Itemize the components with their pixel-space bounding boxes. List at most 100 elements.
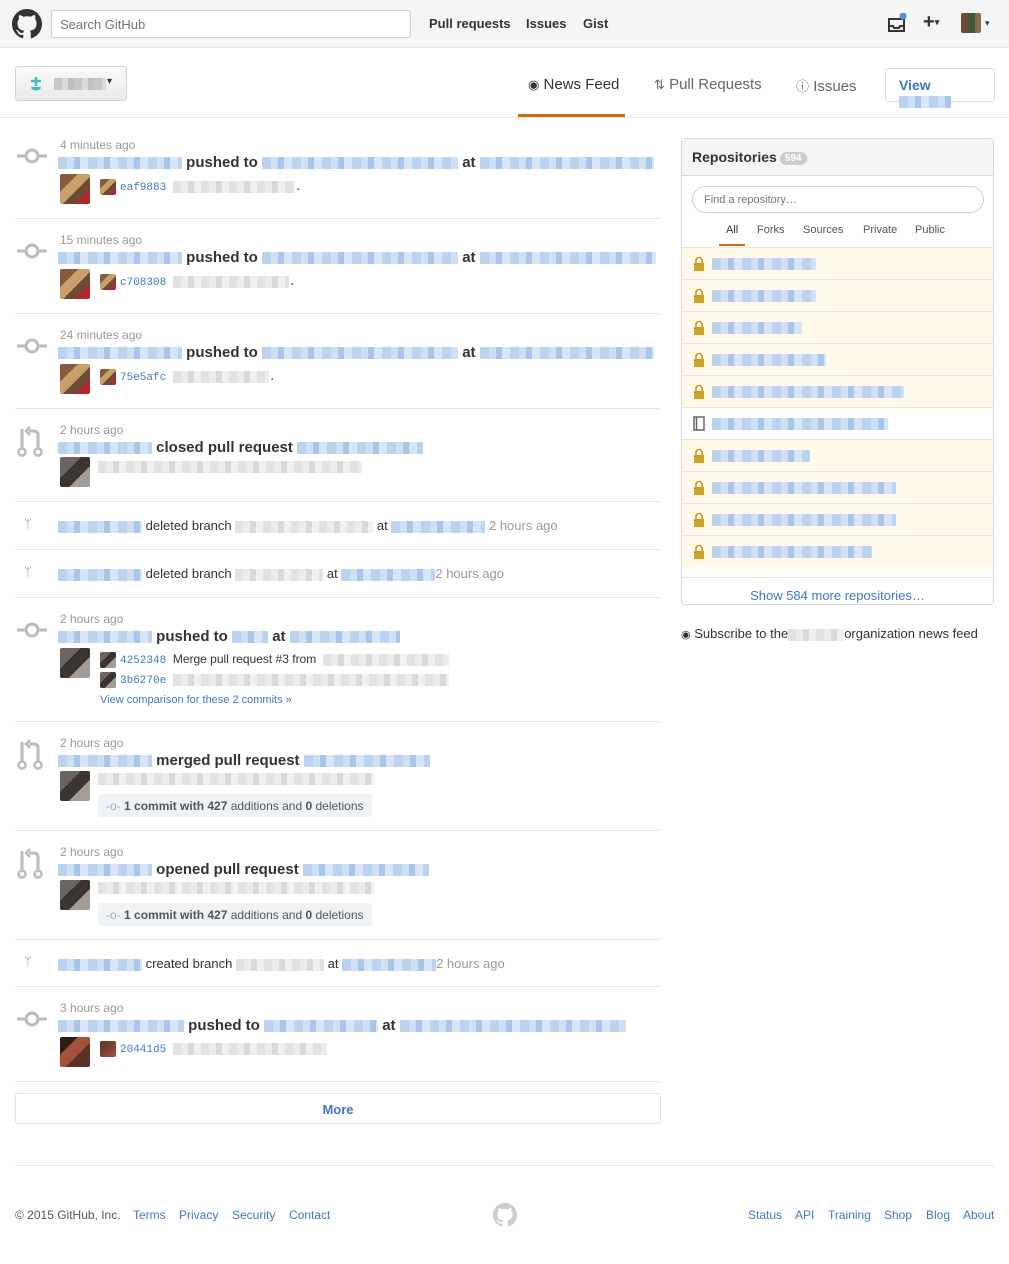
avatar[interactable] xyxy=(60,648,90,678)
create-new-plus-icon[interactable]: +▾ xyxy=(923,11,939,34)
repo-list-item[interactable] xyxy=(682,471,993,503)
repo-list-item[interactable] xyxy=(682,311,993,343)
repo-list-item[interactable] xyxy=(682,439,993,471)
user-link[interactable] xyxy=(58,864,152,877)
branch-link[interactable] xyxy=(479,347,654,360)
commit-sha-link[interactable]: eaf9883 xyxy=(120,182,166,194)
footer-link-about[interactable]: About xyxy=(963,1208,994,1222)
user-avatar-menu[interactable]: ▾ xyxy=(961,13,990,33)
pull-request-link[interactable] xyxy=(302,864,429,877)
commit-sha-link[interactable]: 4252348 xyxy=(120,655,166,667)
footer-link-api[interactable]: API xyxy=(795,1208,814,1222)
avatar xyxy=(100,179,116,195)
nav-issues[interactable]: Issues xyxy=(526,16,566,31)
nav-gist[interactable]: Gist xyxy=(583,16,608,31)
commit-sha-link[interactable]: c708308 xyxy=(120,277,166,289)
user-link[interactable] xyxy=(58,958,142,971)
subscribe-link[interactable]: ◉ Subscribe to the organization news feed xyxy=(681,626,978,641)
avatar[interactable] xyxy=(60,457,90,487)
repo-filter-sources[interactable]: Sources xyxy=(803,224,843,236)
footer-link-blog[interactable]: Blog xyxy=(926,1208,950,1222)
user-link[interactable] xyxy=(58,347,182,360)
github-logo-icon[interactable] xyxy=(12,9,42,39)
commit-sha-link[interactable]: 20441d5 xyxy=(120,1044,166,1056)
repo-link[interactable] xyxy=(262,157,459,170)
repo-list-item[interactable] xyxy=(682,247,993,279)
footer-link-status[interactable]: Status xyxy=(748,1208,782,1222)
pull-request-title-redacted xyxy=(98,882,374,894)
repo-link[interactable] xyxy=(341,568,436,581)
view-comparison-link[interactable]: View comparison for these 2 commits » xyxy=(100,694,292,706)
avatar[interactable] xyxy=(60,880,90,910)
footer-link-training[interactable]: Training xyxy=(828,1208,871,1222)
org-name-redacted xyxy=(899,96,951,109)
avatar[interactable] xyxy=(60,174,90,204)
user-link[interactable] xyxy=(58,442,152,455)
pull-request-title-redacted xyxy=(98,461,362,473)
tab-issues[interactable]: ⓘ Issues xyxy=(796,76,857,95)
footer-link-privacy[interactable]: Privacy xyxy=(179,1208,218,1222)
nav-pull-requests[interactable]: Pull requests xyxy=(429,16,511,31)
repo-list-item[interactable] xyxy=(682,503,993,535)
avatar[interactable] xyxy=(60,269,90,299)
selected-filter-indicator xyxy=(719,244,745,246)
user-link[interactable] xyxy=(58,631,152,644)
repo-link[interactable] xyxy=(262,252,459,265)
more-button[interactable]: More xyxy=(15,1093,661,1124)
repo-link[interactable] xyxy=(232,631,269,644)
repo-list-item[interactable] xyxy=(682,279,993,311)
inbox-notifications-icon[interactable] xyxy=(888,13,908,33)
pull-request-link[interactable] xyxy=(297,442,424,455)
branch-link[interactable] xyxy=(479,252,656,265)
repo-link[interactable] xyxy=(262,347,459,360)
repo-name-redacted xyxy=(712,386,904,398)
user-link[interactable] xyxy=(58,1020,184,1033)
repo-filter-public[interactable]: Public xyxy=(915,224,945,236)
show-more-repositories-link[interactable]: Show 584 more repositories… xyxy=(682,577,993,603)
search-input[interactable] xyxy=(51,10,411,38)
find-repository-input[interactable] xyxy=(692,186,984,213)
branch-link[interactable] xyxy=(289,631,400,644)
avatar[interactable] xyxy=(60,1037,90,1067)
commit-line: 20441d5 xyxy=(100,1041,327,1057)
copyright: © 2015 GitHub, Inc. xyxy=(15,1208,121,1222)
footer-link-shop[interactable]: Shop xyxy=(884,1208,912,1222)
lock-icon xyxy=(694,512,704,527)
feed-item: 2 hours ago closed pull request xyxy=(15,423,661,502)
pull-request-link[interactable] xyxy=(303,755,430,768)
user-link[interactable] xyxy=(58,157,182,170)
user-link[interactable] xyxy=(58,520,142,533)
tab-pull-requests[interactable]: ⇅ Pull Requests xyxy=(654,76,762,93)
org-name-redacted xyxy=(54,78,106,90)
commit-sha-link[interactable]: 75e5afc xyxy=(120,372,166,384)
repo-link[interactable] xyxy=(342,958,437,971)
user-link[interactable] xyxy=(58,755,152,768)
branch-link[interactable] xyxy=(479,157,654,170)
footer-link-terms[interactable]: Terms xyxy=(133,1208,166,1222)
avatar[interactable] xyxy=(60,364,90,394)
repo-list-item[interactable] xyxy=(682,407,993,439)
tab-news-feed[interactable]: ◉ News Feed xyxy=(528,76,619,93)
github-logo-icon[interactable] xyxy=(493,1203,517,1227)
repo-link[interactable] xyxy=(391,520,486,533)
user-link[interactable] xyxy=(58,568,142,581)
branch-name-redacted xyxy=(235,568,324,581)
footer-link-security[interactable]: Security xyxy=(232,1208,275,1222)
commit-icon: -o- xyxy=(106,799,121,813)
repo-filter-forks[interactable]: Forks xyxy=(757,224,785,236)
repo-link[interactable] xyxy=(264,1020,379,1033)
user-link[interactable] xyxy=(58,252,182,265)
avatar[interactable] xyxy=(60,771,90,801)
repo-filter-private[interactable]: Private xyxy=(863,224,897,236)
context-switcher-button[interactable]: ▾ xyxy=(15,66,127,101)
view-org-button[interactable]: View xyxy=(885,68,995,109)
repo-list-item[interactable] xyxy=(682,535,993,567)
timestamp: 2 hours ago xyxy=(488,518,558,533)
repo-filter-all[interactable]: All xyxy=(726,224,738,236)
branch-link[interactable] xyxy=(399,1020,626,1033)
commit-sha-link[interactable]: 3b6270e xyxy=(120,675,166,687)
view-label: View xyxy=(899,77,931,93)
repo-list-item[interactable] xyxy=(682,343,993,375)
footer-link-contact[interactable]: Contact xyxy=(289,1208,330,1222)
repo-list-item[interactable] xyxy=(682,375,993,407)
